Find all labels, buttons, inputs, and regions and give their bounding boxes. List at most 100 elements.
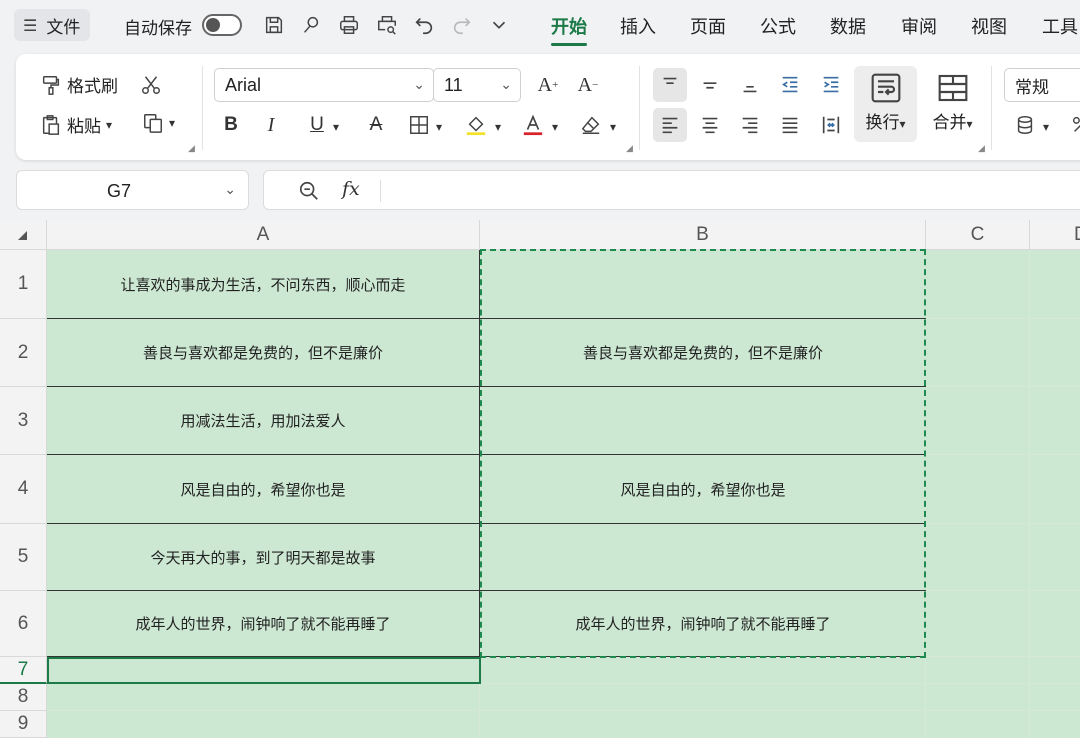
chevron-down-icon[interactable]: ▾ [333,120,339,134]
name-box[interactable]: G7 ⌄ [16,170,249,210]
cell-c6[interactable] [926,591,1030,657]
cell-d2[interactable] [1030,319,1080,387]
column-header-c[interactable]: C [926,220,1030,250]
cut-icon[interactable] [136,70,166,100]
align-center-icon[interactable] [695,110,725,140]
row-header-9[interactable]: 9 [0,711,47,738]
font-size-select[interactable]: 11 ⌄ [433,68,521,102]
cell-d1[interactable] [1030,250,1080,319]
row-header-6[interactable]: 6 [0,591,47,657]
row-header-8[interactable]: 8 [0,684,47,711]
cell-a9[interactable] [47,711,480,738]
chevron-down-icon[interactable]: ▾ [610,120,616,134]
clipboard-expand-icon[interactable]: ◢ [188,144,195,154]
cell-b7[interactable] [480,657,926,684]
undo-icon[interactable] [411,12,437,38]
print-icon[interactable] [336,12,362,38]
column-header-a[interactable]: A [47,220,480,250]
increase-indent-icon[interactable] [816,70,846,100]
cell-c2[interactable] [926,319,1030,387]
tab-formulas[interactable]: 公式 [760,13,796,39]
row-header-1[interactable]: 1 [0,250,47,319]
cell-c5[interactable] [926,524,1030,591]
wrap-text-button[interactable]: 换行▾ [854,66,917,142]
cell-c9[interactable] [926,711,1030,738]
save-icon[interactable] [261,12,287,38]
percent-icon[interactable] [1066,110,1080,140]
chevron-down-icon[interactable]: ▾ [1043,120,1049,134]
insert-function-icon[interactable]: fx [342,178,360,200]
cell-a8[interactable] [47,684,480,711]
cell-a7[interactable] [47,657,480,684]
zoom-icon[interactable] [298,180,320,202]
decrease-indent-icon[interactable] [775,70,805,100]
tab-page[interactable]: 页面 [690,13,726,39]
align-middle-icon[interactable] [695,70,725,100]
cell-b5[interactable] [480,524,926,591]
cell-a6[interactable]: 成年人的世界，闹钟响了就不能再睡了 [47,591,480,657]
cell-d5[interactable] [1030,524,1080,591]
cell-b1[interactable] [480,250,926,319]
select-all-button[interactable] [0,220,47,250]
row-header-3[interactable]: 3 [0,387,47,455]
tab-view[interactable]: 视图 [971,13,1007,39]
fill-color-icon[interactable] [461,110,491,140]
align-top-icon[interactable] [653,68,687,102]
cell-a5[interactable]: 今天再大的事，到了明天都是故事 [47,524,480,591]
align-bottom-icon[interactable] [735,70,765,100]
cell-b8[interactable] [480,684,926,711]
number-format-select[interactable]: 常规 [1004,68,1080,102]
cell-c1[interactable] [926,250,1030,319]
bold-icon[interactable]: B [216,110,246,140]
chevron-down-icon[interactable]: ▾ [436,120,442,134]
paste-button[interactable]: 粘贴 ▾ [40,112,112,137]
cell-d8[interactable] [1030,684,1080,711]
cell-d7[interactable] [1030,657,1080,684]
justify-icon[interactable] [775,110,805,140]
font-color-icon[interactable] [518,110,548,140]
strikethrough-icon[interactable]: A [361,110,391,140]
cell-b6[interactable]: 成年人的世界，闹钟响了就不能再睡了 [480,591,926,657]
copy-button[interactable]: ▾ [142,112,175,134]
row-header-7[interactable]: 7 [0,657,47,684]
cell-d4[interactable] [1030,455,1080,524]
cell-d3[interactable] [1030,387,1080,455]
decrease-font-icon[interactable]: A − [573,70,603,100]
tab-data[interactable]: 数据 [830,13,866,39]
italic-icon[interactable]: I [256,110,286,140]
align-right-icon[interactable] [735,110,765,140]
tab-tools[interactable]: 工具 [1042,13,1078,39]
cell-c3[interactable] [926,387,1030,455]
underline-icon[interactable]: U [302,110,332,140]
merge-cells-button[interactable]: 合并▾ [921,66,984,142]
row-header-2[interactable]: 2 [0,319,47,387]
align-left-icon[interactable] [653,108,687,142]
cell-a3[interactable]: 用减法生活，用加法爱人 [47,387,480,455]
format-painter-button[interactable]: 格式刷 [40,72,118,97]
cell-b3[interactable] [480,387,926,455]
file-menu-button[interactable]: ☰ 文件 [14,9,90,41]
cell-b9[interactable] [480,711,926,738]
cell-c4[interactable] [926,455,1030,524]
tab-review[interactable]: 审阅 [901,13,937,39]
chevron-down-icon[interactable]: ▾ [495,120,501,134]
cell-b2[interactable]: 善良与喜欢都是免费的，但不是廉价 [480,319,926,387]
cell-b4[interactable]: 风是自由的，希望你也是 [480,455,926,524]
distributed-align-icon[interactable] [816,110,846,140]
column-header-d[interactable]: D [1030,220,1080,250]
cell-d6[interactable] [1030,591,1080,657]
cell-c8[interactable] [926,684,1030,711]
more-chevron-icon[interactable] [486,12,512,38]
row-header-5[interactable]: 5 [0,524,47,591]
format-painter-icon[interactable] [298,12,324,38]
cell-d9[interactable] [1030,711,1080,738]
column-header-b[interactable]: B [480,220,926,250]
formula-bar[interactable]: fx [263,170,1080,210]
redo-icon[interactable] [449,12,475,38]
cell-c7[interactable] [926,657,1030,684]
cell-a2[interactable]: 善良与喜欢都是免费的，但不是廉价 [47,319,480,387]
currency-stack-icon[interactable] [1010,110,1040,140]
print-preview-icon[interactable] [374,12,400,38]
chevron-down-icon[interactable]: ▾ [552,120,558,134]
row-header-4[interactable]: 4 [0,455,47,524]
